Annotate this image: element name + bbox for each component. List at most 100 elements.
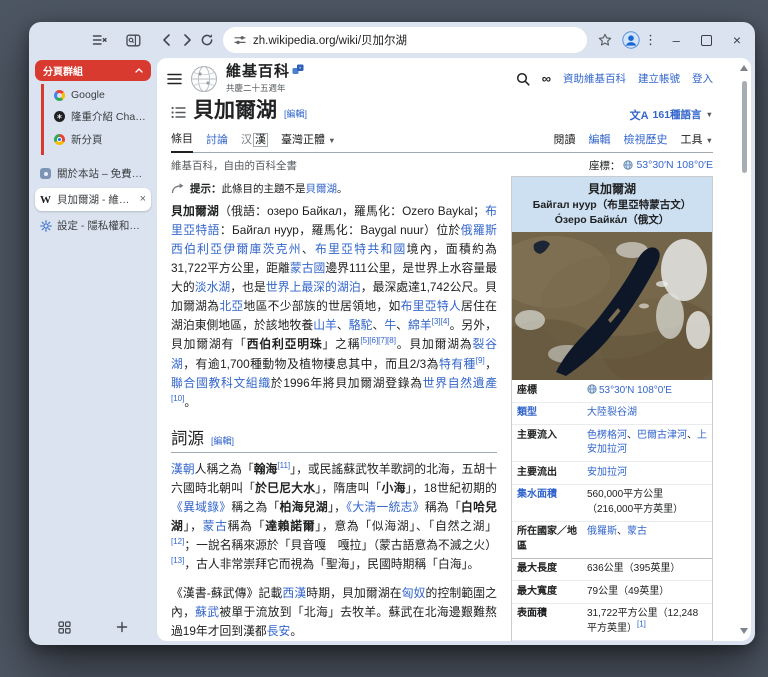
hamburger-menu-icon[interactable] [167,73,182,85]
reference-link[interactable]: [11] [277,461,290,470]
tab-tools[interactable]: 工具 ▼ [681,131,714,152]
infinity-icon[interactable]: ∞ [542,72,551,85]
tab-groups-icon[interactable] [47,617,81,637]
google-favicon [54,90,65,101]
variant-switcher[interactable]: 汉漢 [241,131,268,152]
bookmark-star-icon[interactable] [595,30,615,50]
reference-link[interactable]: [5][6][7][8] [360,336,396,345]
wiki-link[interactable]: 世界上最深的湖泊 [266,280,361,294]
wiki-link[interactable]: 蒙古 [203,519,228,533]
wiki-link[interactable]: 特有種 [439,357,476,371]
close-tab-icon[interactable]: × [140,194,146,205]
variant-select[interactable]: 臺灣正體 ▼ [281,131,336,152]
wiki-link[interactable]: 大陸裂谷湖 [587,407,637,418]
wiki-link[interactable]: 世界自然遺產 [423,376,497,390]
sidebar-tab-baikal-active[interactable]: W 貝加爾湖 - 維基百科，自由 × [35,188,151,211]
site-info-icon[interactable] [234,34,246,46]
chrome-favicon [54,134,65,145]
collapse-chevron-icon [135,68,143,73]
wikipedia-favicon: W [40,194,51,206]
infobox-row: 所在國家／地區俄羅斯、蒙古 [512,521,712,558]
minimize-button[interactable]: – [673,33,680,48]
maximize-button[interactable] [701,35,712,46]
wiki-link[interactable]: 巴爾古津河 [637,430,687,441]
wiki-link[interactable]: 長安 [267,624,291,638]
wiki-link[interactable]: 安加拉河 [587,467,627,478]
forward-button[interactable] [177,30,197,50]
wiki-link[interactable]: 類型 [517,407,537,418]
tab-group-header[interactable]: 分頁群組 [35,60,151,81]
wiki-link[interactable]: 蒙古國 [290,261,325,275]
wiki-link[interactable]: 山羊 [313,318,337,332]
wiki-link[interactable]: 聯合國教科文組織 [171,376,271,390]
sidebar-tab-settings[interactable]: 設定 - 隱私權和安全性 [35,214,151,237]
tab-talk[interactable]: 討論 [206,131,228,152]
back-button[interactable] [157,30,177,50]
wiki-link[interactable]: 俄羅斯 [587,526,617,537]
side-panel-search-icon[interactable] [123,30,143,50]
reference-link[interactable]: [12] [171,537,184,546]
sidebar-tab-google[interactable]: Google [49,85,151,105]
close-window-button[interactable]: × [733,32,741,48]
url-bar[interactable]: zh.wikipedia.org/wiki/贝加尔湖 [223,27,587,53]
wiki-link[interactable]: 淡水湖 [195,280,231,294]
wiki-link[interactable]: 北亞 [219,299,243,313]
section-edit-link[interactable]: [編輯] [211,434,234,447]
url-text[interactable]: zh.wikipedia.org/wiki/贝加尔湖 [253,32,407,48]
redirect-icon [171,183,184,194]
wikipedia-globe-logo[interactable] [190,65,218,93]
tab-read[interactable]: 閱讀 [554,131,576,152]
wiki-link[interactable]: 《異域錄》 [171,500,231,514]
reference-link[interactable]: [13] [171,556,184,565]
reload-button[interactable] [197,30,217,50]
title-edit-link[interactable]: [編輯] [284,107,307,123]
infobox-row: 類型 大陸裂谷湖 [512,402,712,425]
wiki-link[interactable]: 匈奴 [402,586,426,600]
wiki-link[interactable]: 集水面積 [517,489,557,500]
reference-link[interactable]: [3][4] [432,317,450,326]
web-content: 維基百科 共慶二十五週年 ∞ 資助維基百科 建立帳號 登入 [157,58,751,641]
scroll-down-arrow[interactable] [740,628,748,634]
wiki-logo-text[interactable]: 維基百科 共慶二十五週年 [226,64,304,94]
create-account-link[interactable]: 建立帳號 [638,71,680,86]
profile-avatar[interactable] [621,30,641,50]
reference-link[interactable]: [10] [171,394,184,403]
language-selector[interactable]: 文A 161種語言 ▼ [630,107,713,123]
toc-icon[interactable] [171,106,186,123]
sidebar-tab-newtab[interactable]: 新分頁 [49,128,151,151]
scroll-up-arrow[interactable] [740,65,748,71]
scrollbar-thumb[interactable] [742,81,747,173]
reference-link[interactable]: [9] [476,356,485,365]
wiki-link[interactable]: 西漢 [282,586,306,600]
wiki-link[interactable]: 53°30′N 108°0′E [599,385,672,396]
tab-history[interactable]: 檢視歷史 [624,131,668,152]
reference-link[interactable]: [1] [637,620,646,629]
wiki-link[interactable]: 蘇武 [195,605,219,619]
browser-menu-icon[interactable]: ⋮ [641,30,661,50]
wiki-link[interactable]: 布里亞特人 [401,299,461,313]
wiki-link[interactable]: 牛 [384,318,396,332]
anniversary-puzzle-icon [292,64,304,76]
sidebar-tab-about[interactable]: 關於本站 – 免費資源網路社群 [35,162,151,185]
coordinates[interactable]: 座標： 53°30′N 108°0′E [589,158,713,173]
login-link[interactable]: 登入 [692,71,713,86]
wiki-link[interactable]: 駱駝 [349,318,373,332]
satellite-image[interactable] [512,232,712,380]
site-subtitle: 維基百科，自由的百科全書 [171,158,297,173]
donate-link[interactable]: 資助維基百科 [563,71,626,86]
infobox-row: 表面積31,722平方公里（12,248平方英里）[1] [512,603,712,640]
page-scrollbar[interactable] [739,59,750,640]
sidebar-tab-openai[interactable]: ∗ 隆重介紹 ChatGPT | OpenAI [49,105,151,128]
wiki-link[interactable]: 蒙古 [627,526,647,537]
tab-article[interactable]: 條目 [171,130,193,153]
vertical-tabs-icon[interactable] [89,30,109,50]
wiki-link[interactable]: 布里亞特共和國 [315,242,407,256]
new-tab-button[interactable] [105,617,139,637]
wiki-link[interactable]: 《大清一統志》 [346,500,425,514]
search-icon[interactable] [516,72,530,86]
wiki-link[interactable]: 綿羊 [408,318,432,332]
wiki-link[interactable]: 色楞格河 [587,430,627,441]
wiki-link[interactable]: 貝爾湖 [306,183,338,195]
wiki-link[interactable]: 漢朝 [171,462,195,476]
tab-edit[interactable]: 編輯 [589,131,611,152]
